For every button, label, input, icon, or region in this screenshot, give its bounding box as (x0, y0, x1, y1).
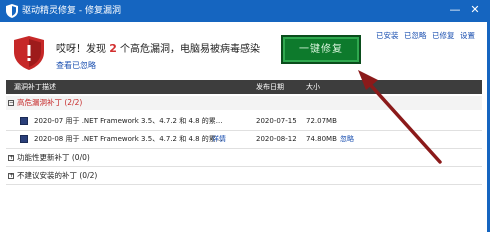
title-bar: 驱动精灵修复 - 修复漏洞 — ✕ (0, 0, 490, 22)
expand-icon[interactable]: + (8, 173, 14, 179)
summary-suffix: 个高危漏洞，电脑易被病毒感染 (120, 44, 261, 55)
group-feature-updates[interactable]: + 功能性更新补丁 (0/0) (6, 151, 482, 165)
warning-shield-icon (14, 36, 44, 70)
table-header: 漏洞补丁描述 发布日期 大小 (6, 80, 482, 94)
group-label: 高危漏洞补丁 (2/2) (17, 98, 83, 107)
window-title: 驱动精灵修复 - 修复漏洞 (22, 6, 121, 16)
group-not-recommended[interactable]: + 不建议安装的补丁 (0/2) (6, 169, 482, 183)
details-link[interactable]: 详情 (212, 131, 226, 147)
patch-name: 2020-07 用于 .NET Framework 3.5、4.7.2 和 4.… (34, 117, 223, 125)
row-divider (6, 166, 482, 167)
one-click-fix-button[interactable]: 一键修复 (281, 35, 361, 64)
patch-date: 2020-07-15 (256, 117, 297, 125)
group-high-risk[interactable]: − 高危漏洞补丁 (2/2) (6, 96, 482, 110)
group-label: 不建议安装的补丁 (0/2) (17, 171, 98, 180)
column-size: 大小 (306, 83, 320, 91)
patch-date: 2020-08-12 (256, 135, 297, 143)
ignore-link[interactable]: 忽略 (340, 131, 354, 147)
table-row[interactable]: 2020-07 用于 .NET Framework 3.5、4.7.2 和 4.… (6, 113, 482, 129)
fixed-link[interactable]: 已修复 (432, 30, 455, 41)
installed-link[interactable]: 已安装 (376, 30, 399, 41)
patch-size: 74.80MB (306, 135, 337, 143)
checkbox-icon[interactable] (20, 135, 28, 143)
scan-summary: 哎呀！发现 2 个高危漏洞，电脑易被病毒感染 (56, 43, 260, 56)
minimize-icon[interactable]: — (446, 1, 464, 19)
table-row[interactable]: 2020-08 用于 .NET Framework 3.5、4.7.2 和 4.… (6, 131, 482, 147)
row-divider (6, 148, 482, 149)
vulnerability-count: 2 (109, 42, 117, 55)
group-label: 功能性更新补丁 (0/0) (17, 153, 90, 162)
column-name: 漏洞补丁描述 (14, 83, 56, 91)
patch-name: 2020-08 用于 .NET Framework 3.5、4.7.2 和 4.… (34, 135, 223, 143)
settings-link[interactable]: 设置 (460, 30, 475, 41)
collapse-icon[interactable]: − (8, 100, 14, 106)
row-divider (6, 184, 482, 185)
ignored-link[interactable]: 已忽略 (404, 30, 427, 41)
shield-icon (6, 4, 18, 18)
patch-size: 72.07MB (306, 117, 337, 125)
checkbox-icon[interactable] (20, 117, 28, 125)
close-icon[interactable]: ✕ (466, 1, 484, 19)
column-date: 发布日期 (256, 83, 284, 91)
view-ignored-link[interactable]: 查看已忽略 (56, 60, 96, 71)
summary-prefix: 哎呀！发现 (56, 44, 106, 55)
expand-icon[interactable]: + (8, 155, 14, 161)
